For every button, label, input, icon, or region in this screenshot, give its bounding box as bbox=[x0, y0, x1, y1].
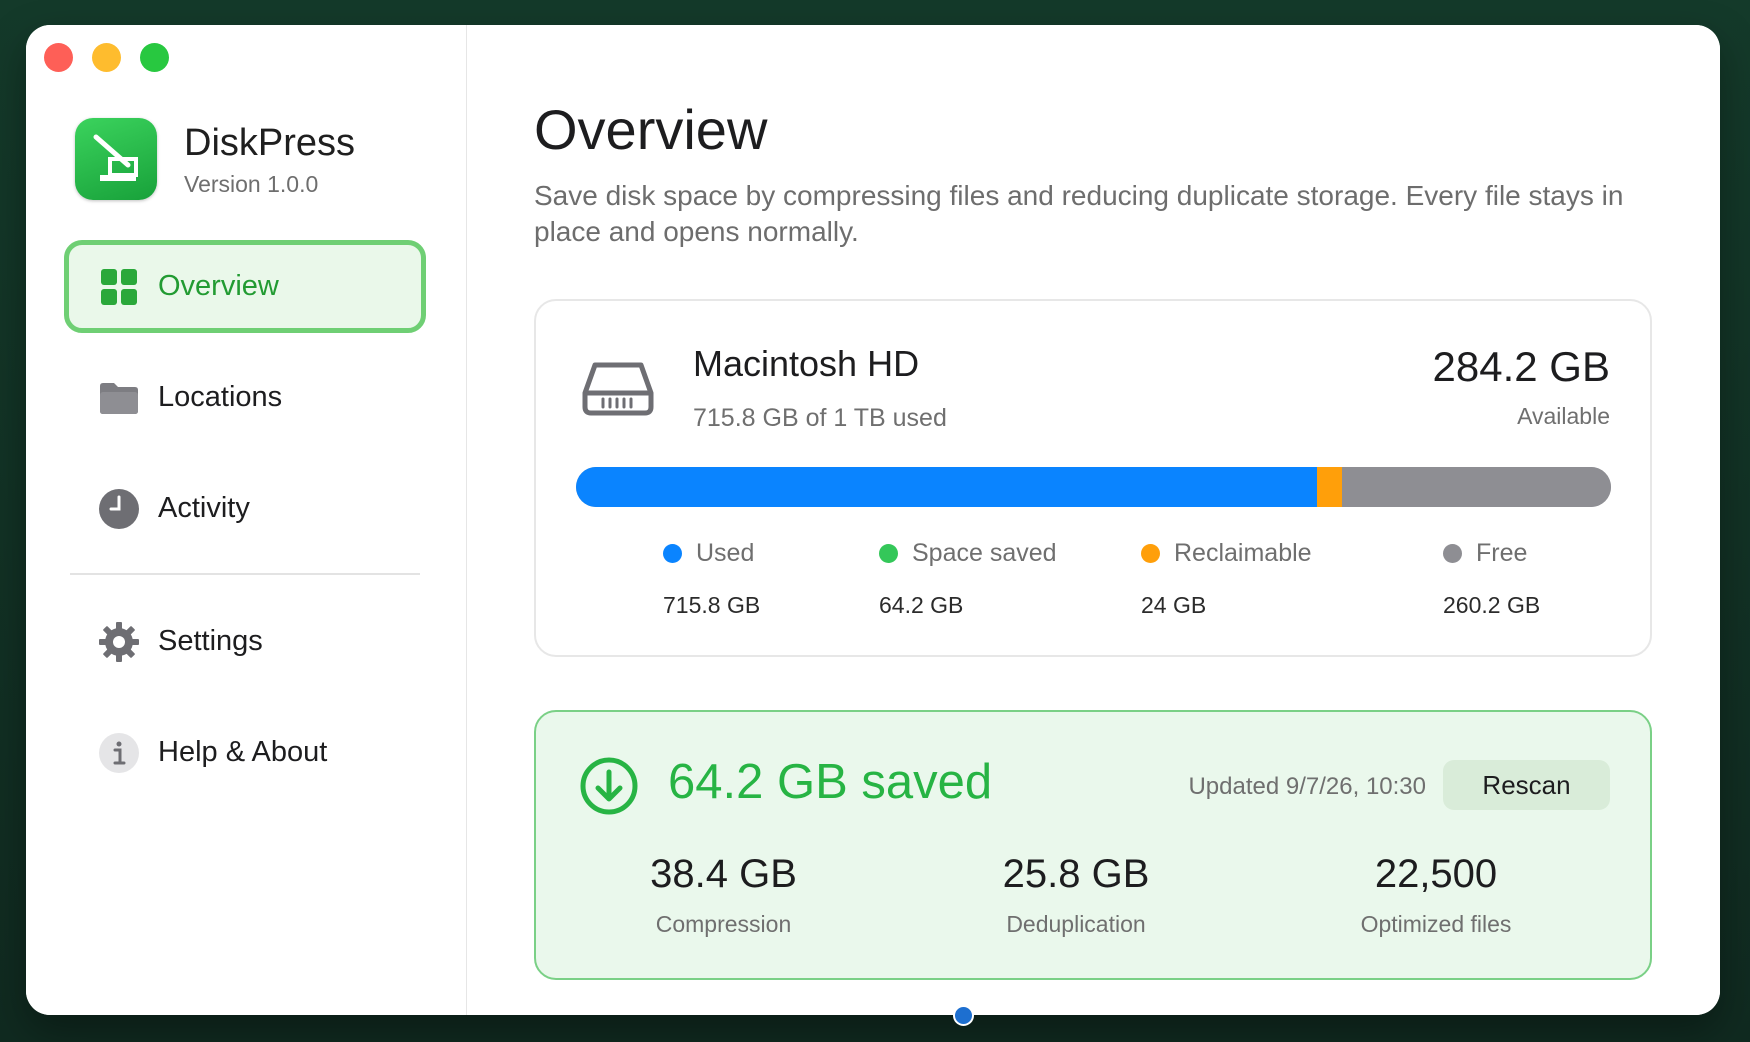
app-icon bbox=[75, 118, 157, 200]
legend-label: Free bbox=[1476, 539, 1528, 567]
sidebar-item-settings[interactable]: Settings bbox=[64, 595, 426, 688]
legend-item-reclaimable: Reclaimable 24 GB bbox=[1141, 539, 1312, 619]
savings-title: 64.2 GB saved bbox=[668, 755, 993, 809]
sidebar-item-label: Help & About bbox=[158, 736, 328, 768]
app-window: DiskPress Version 1.0.0 Overview Locatio… bbox=[26, 25, 1720, 1015]
stat-deduplication: 25.8 GB Deduplication bbox=[996, 852, 1156, 938]
download-circle-icon bbox=[579, 756, 639, 821]
disk-usage-bar bbox=[576, 467, 1611, 507]
folder-icon bbox=[98, 377, 140, 419]
clock-icon bbox=[98, 488, 140, 530]
app-version: Version 1.0.0 bbox=[184, 170, 319, 197]
sidebar-item-label: Activity bbox=[158, 492, 250, 524]
rescan-button[interactable]: Rescan bbox=[1443, 760, 1610, 810]
sidebar-item-locations[interactable]: Locations bbox=[64, 351, 426, 444]
desktop: DiskPress Version 1.0.0 Overview Locatio… bbox=[0, 0, 1750, 1042]
stat-compression: 38.4 GB Compression bbox=[636, 852, 811, 938]
sidebar-nav: Overview Locations Activity Settings Hel… bbox=[64, 240, 426, 817]
disk-card: Macintosh HD 715.8 GB of 1 TB used 284.2… bbox=[534, 299, 1652, 657]
sidebar-item-label: Locations bbox=[158, 381, 283, 413]
grid-icon bbox=[98, 266, 140, 308]
stat-label: Optimized files bbox=[1360, 911, 1512, 937]
stat-value: 38.4 GB bbox=[650, 852, 797, 896]
zoom-window-button[interactable] bbox=[140, 43, 169, 72]
sidebar-item-activity[interactable]: Activity bbox=[64, 462, 426, 555]
disk-available-value: 284.2 GB bbox=[1432, 343, 1610, 390]
minimize-window-button[interactable] bbox=[92, 43, 121, 72]
legend-dot bbox=[1443, 544, 1462, 563]
legend-value: 64.2 GB bbox=[879, 592, 964, 618]
legend-label: Space saved bbox=[912, 539, 1057, 567]
sidebar-divider bbox=[70, 573, 420, 575]
stat-value: 22,500 bbox=[1374, 852, 1498, 896]
window-controls bbox=[44, 43, 169, 72]
usage-segment-reclaimable bbox=[1317, 467, 1342, 507]
legend-label: Reclaimable bbox=[1174, 539, 1312, 567]
legend-item-used: Used 715.8 GB bbox=[663, 539, 760, 619]
legend-item-space-saved: Space saved 64.2 GB bbox=[879, 539, 1057, 619]
sidebar: DiskPress Version 1.0.0 Overview Locatio… bbox=[26, 25, 467, 1015]
page-title: Overview bbox=[534, 98, 768, 161]
legend-item-free: Free 260.2 GB bbox=[1443, 539, 1540, 619]
stat-value: 25.8 GB bbox=[1002, 852, 1150, 896]
legend-dot bbox=[879, 544, 898, 563]
legend-value: 260.2 GB bbox=[1443, 592, 1541, 618]
stat-label: Deduplication bbox=[1006, 911, 1146, 937]
disk-available-label: Available bbox=[1517, 403, 1610, 429]
sidebar-item-help-about[interactable]: Help & About bbox=[64, 706, 426, 799]
stat-optimized-files: 22,500 Optimized files bbox=[1351, 852, 1521, 938]
legend-value: 24 GB bbox=[1141, 592, 1207, 618]
info-icon bbox=[98, 732, 140, 774]
page-subtitle: Save disk space by compressing files and… bbox=[534, 180, 1624, 247]
disk-name: Macintosh HD bbox=[693, 343, 920, 384]
usage-segment-free bbox=[1341, 467, 1611, 507]
usage-segment-used bbox=[576, 467, 1318, 507]
savings-card: 64.2 GB saved Updated 9/7/26, 10:30 Resc… bbox=[534, 710, 1652, 980]
page-indicator-dot bbox=[953, 1005, 974, 1026]
stat-label: Compression bbox=[655, 911, 792, 937]
legend-label: Used bbox=[696, 539, 755, 567]
close-window-button[interactable] bbox=[44, 43, 73, 72]
drive-icon bbox=[581, 359, 655, 424]
gear-icon bbox=[98, 621, 140, 663]
main-content: Overview Save disk space by compressing … bbox=[467, 25, 1720, 1015]
sidebar-item-label: Settings bbox=[158, 625, 263, 657]
app-name: DiskPress bbox=[184, 121, 356, 164]
legend-dot bbox=[663, 544, 682, 563]
sidebar-item-label: Overview bbox=[158, 270, 279, 302]
sidebar-item-overview[interactable]: Overview bbox=[64, 240, 426, 333]
legend-dot bbox=[1141, 544, 1160, 563]
app-header: DiskPress Version 1.0.0 bbox=[75, 118, 355, 200]
legend-value: 715.8 GB bbox=[663, 592, 761, 618]
usage-legend: Used 715.8 GB Space saved 64.2 GB Reclai… bbox=[536, 539, 1650, 639]
last-updated-text: Updated 9/7/26, 10:30 bbox=[1188, 773, 1426, 800]
disk-used-text: 715.8 GB of 1 TB used bbox=[693, 404, 947, 432]
